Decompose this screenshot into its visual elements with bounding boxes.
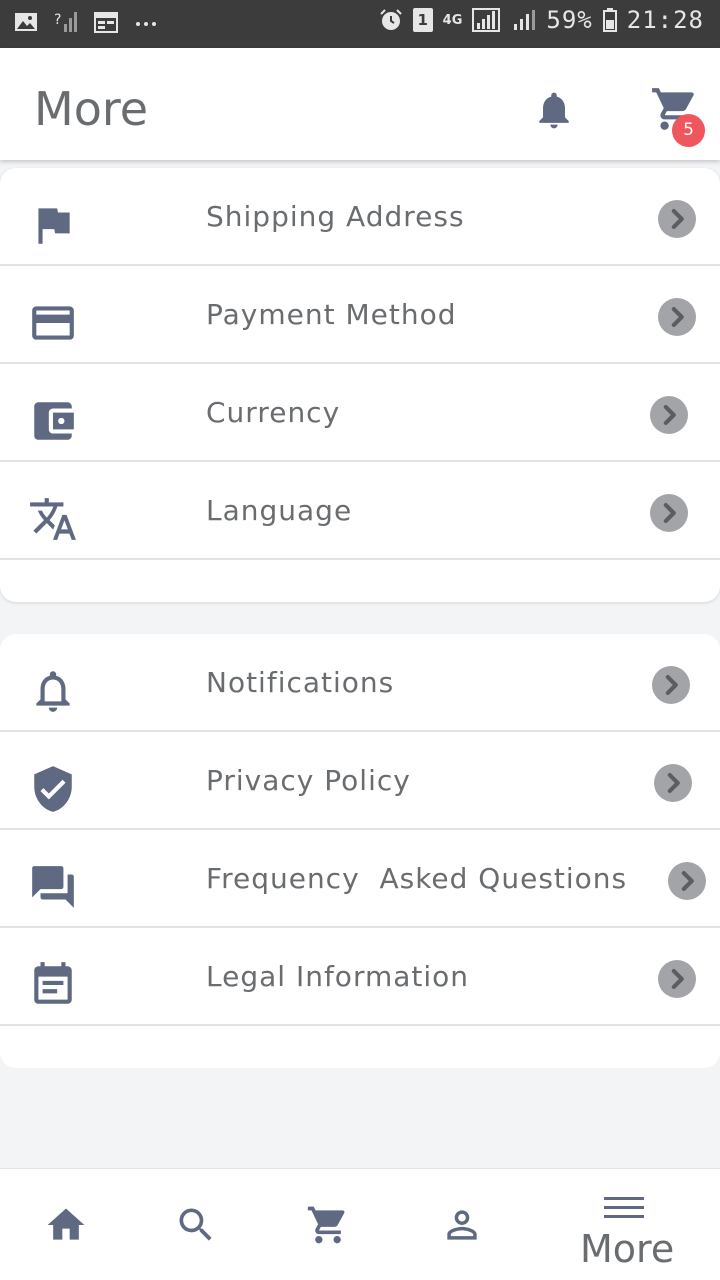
menu-item-label: Currency — [206, 396, 341, 429]
bell-outline-icon — [36, 671, 70, 712]
home-icon — [47, 1208, 85, 1240]
account-settings-card: Shipping Address Payment Method Currency… — [0, 168, 720, 602]
cart-button[interactable]: 5 — [650, 84, 706, 147]
menu-item-label: Payment Method — [206, 298, 457, 331]
wallet-icon — [34, 402, 74, 440]
menu-item-faq[interactable]: Frequency Asked Questions — [0, 830, 720, 928]
chevron-right-icon — [668, 862, 706, 900]
app-header: More 5 — [0, 48, 720, 160]
nav-cart[interactable] — [282, 1169, 378, 1280]
flag-icon — [38, 208, 70, 244]
page-title: More — [34, 82, 149, 136]
search-icon — [179, 1208, 212, 1241]
chevron-right-icon — [652, 666, 690, 704]
menu-icon — [604, 1197, 644, 1218]
chevron-right-icon — [650, 396, 688, 434]
nav-home[interactable] — [20, 1169, 116, 1280]
nav-more[interactable]: More — [560, 1169, 700, 1280]
alarm-icon — [379, 9, 402, 30]
network-label: 4G — [442, 12, 463, 28]
person-icon — [447, 1210, 477, 1240]
status-bar: ? 1 4G 59% 21:28 — [0, 0, 720, 48]
chat-icon — [32, 866, 74, 908]
menu-item-payment-method[interactable]: Payment Method — [0, 266, 720, 364]
battery-icon — [602, 8, 617, 32]
nav-account[interactable] — [416, 1169, 512, 1280]
chevron-right-icon — [658, 960, 696, 998]
sim-icon: 1 — [412, 8, 433, 32]
menu-item-label: Shipping Address — [206, 200, 465, 233]
svg-text:?: ? — [54, 12, 61, 28]
signal-icon — [472, 8, 501, 32]
credit-card-icon — [32, 306, 74, 340]
cart-icon — [307, 1206, 345, 1244]
signal-icon: ? — [54, 12, 77, 32]
chevron-right-icon — [654, 764, 692, 802]
menu-item-label: Frequency Asked Questions — [206, 862, 628, 895]
translate-icon — [30, 498, 76, 540]
nav-more-label: More — [580, 1227, 675, 1271]
shield-check-icon — [34, 766, 72, 812]
menu-item-shipping-address[interactable]: Shipping Address — [0, 168, 720, 266]
menu-item-legal-information[interactable]: Legal Information — [0, 928, 720, 1026]
battery-percent: 59% — [546, 6, 593, 34]
info-settings-card: Notifications Privacy Policy Frequency A… — [0, 634, 720, 1068]
clock: 21:28 — [626, 6, 704, 34]
bottom-navigation: More — [0, 1168, 720, 1280]
menu-item-label: Privacy Policy — [206, 764, 411, 797]
chevron-right-icon — [658, 200, 696, 238]
image-icon — [15, 13, 37, 31]
event-note-icon — [34, 962, 72, 1004]
bell-icon — [539, 92, 569, 129]
menu-item-notifications[interactable]: Notifications — [0, 634, 720, 732]
more-dots-icon — [136, 22, 156, 26]
menu-item-label: Legal Information — [206, 960, 470, 993]
menu-item-currency[interactable]: Currency — [0, 364, 720, 462]
calendar-icon — [94, 12, 118, 33]
cart-badge: 5 — [672, 114, 705, 147]
menu-item-privacy-policy[interactable]: Privacy Policy — [0, 732, 720, 830]
chevron-right-icon — [650, 494, 688, 532]
chevron-right-icon — [658, 298, 696, 336]
menu-item-label: Language — [206, 494, 353, 527]
notifications-button[interactable] — [532, 88, 576, 132]
menu-item-label: Notifications — [206, 666, 395, 699]
nav-search[interactable] — [150, 1169, 246, 1280]
menu-item-language[interactable]: Language — [0, 462, 720, 560]
signal-icon — [514, 10, 536, 30]
